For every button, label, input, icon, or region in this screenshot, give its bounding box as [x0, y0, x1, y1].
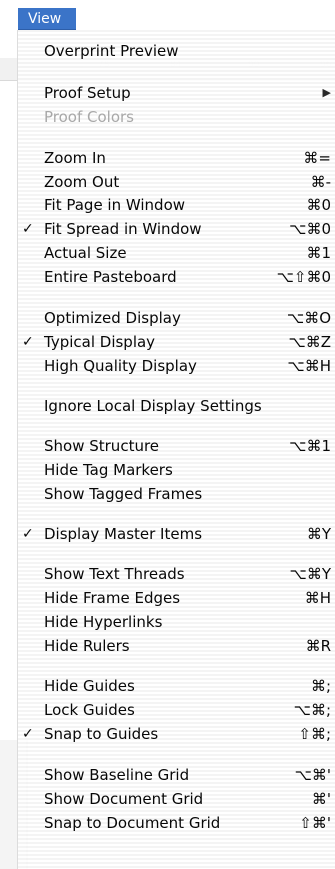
- menu-item-show-text-threads[interactable]: Show Text Threads ⌥⌘Y: [18, 563, 335, 585]
- menu-item-shortcut: ⌥⌘Y: [289, 565, 331, 583]
- menu-item-label: Snap to Guides: [44, 725, 159, 743]
- menu-title-view[interactable]: View: [18, 8, 76, 30]
- menu-item-label: Overprint Preview: [44, 42, 179, 60]
- menu-item-shortcut: ⌘1: [306, 244, 331, 262]
- menu-item-shortcut: ⌥⌘Z: [288, 333, 331, 351]
- menu-item-hide-guides[interactable]: Hide Guides ⌘;: [18, 675, 335, 697]
- menu-item-label: Display Master Items: [44, 525, 203, 543]
- menu-item-fit-spread-in-window[interactable]: ✓ Fit Spread in Window ⌥⌘0: [18, 218, 335, 240]
- menu-item-fit-page-in-window[interactable]: Fit Page in Window ⌘0: [18, 194, 335, 216]
- menu-item-shortcut: ⇧⌘;: [298, 725, 331, 743]
- menu-item-snap-to-guides[interactable]: ✓ Snap to Guides ⇧⌘;: [18, 723, 335, 745]
- menu-item-label: Hide Guides: [44, 677, 135, 695]
- menu-item-show-baseline-grid[interactable]: Show Baseline Grid ⌥⌘': [18, 764, 335, 786]
- menu-item-label: Proof Colors: [44, 108, 134, 126]
- menu-item-typical-display[interactable]: ✓ Typical Display ⌥⌘Z: [18, 331, 335, 353]
- menu-item-shortcut: ⇧⌘': [299, 814, 331, 832]
- menu-item-entire-pasteboard[interactable]: Entire Pasteboard ⌥⇧⌘0: [18, 266, 335, 288]
- menu-item-label: Show Tagged Frames: [44, 485, 203, 503]
- menu-item-shortcut: ⌘0: [306, 196, 331, 214]
- menu-item-label: Proof Setup: [44, 84, 131, 102]
- menu-item-shortcut: ⌘=: [303, 149, 331, 167]
- triangle-right-icon: ▶: [322, 86, 331, 99]
- menu-item-label: Lock Guides: [44, 701, 135, 719]
- checkmark-icon: ✓: [22, 526, 34, 542]
- menu-item-shortcut: ⌘R: [305, 637, 331, 655]
- menu-item-overprint-preview[interactable]: Overprint Preview: [18, 40, 335, 62]
- menu-item-optimized-display[interactable]: Optimized Display ⌥⌘O: [18, 307, 335, 329]
- menu-item-proof-colors: Proof Colors: [18, 106, 335, 128]
- menu-item-shortcut: ⌥⌘O: [286, 309, 331, 327]
- checkmark-icon: ✓: [22, 334, 34, 350]
- menu-item-label: High Quality Display: [44, 357, 197, 375]
- menu-item-label: Fit Spread in Window: [44, 220, 202, 238]
- menu-item-label: Fit Page in Window: [44, 196, 186, 214]
- menu-item-label: Actual Size: [44, 244, 127, 262]
- menu-item-label: Hide Tag Markers: [44, 461, 173, 479]
- menu-item-label: Optimized Display: [44, 309, 181, 327]
- menu-item-label: Typical Display: [44, 333, 156, 351]
- menu-item-label: Show Structure: [44, 437, 160, 455]
- menu-item-shortcut: ⌥⌘1: [289, 437, 331, 455]
- menu-item-zoom-in[interactable]: Zoom In ⌘=: [18, 147, 335, 169]
- menu-item-hide-hyperlinks[interactable]: Hide Hyperlinks: [18, 611, 335, 633]
- menu-item-shortcut: ⌥⌘H: [287, 357, 331, 375]
- menu-item-label: Show Text Threads: [44, 565, 185, 583]
- menu-item-label: Zoom In: [44, 149, 106, 167]
- menu-item-label: Hide Hyperlinks: [44, 613, 163, 631]
- menu-item-hide-rulers[interactable]: Hide Rulers ⌘R: [18, 635, 335, 657]
- menu-item-label: Show Document Grid: [44, 790, 204, 808]
- menu-item-label: Show Baseline Grid: [44, 766, 190, 784]
- menu-item-label: Hide Frame Edges: [44, 589, 181, 607]
- view-menu-panel: Overprint Preview Proof Setup ▶ Proof Co…: [18, 30, 335, 869]
- menu-item-hide-tag-markers[interactable]: Hide Tag Markers: [18, 459, 335, 481]
- menu-item-shortcut: ⌥⌘': [294, 766, 331, 784]
- menu-item-actual-size[interactable]: Actual Size ⌘1: [18, 242, 335, 264]
- menu-item-show-structure[interactable]: Show Structure ⌥⌘1: [18, 435, 335, 457]
- menu-item-shortcut: ⌘Y: [306, 525, 331, 543]
- menu-item-display-master-items[interactable]: ✓ Display Master Items ⌘Y: [18, 523, 335, 545]
- menu-item-hide-frame-edges[interactable]: Hide Frame Edges ⌘H: [18, 587, 335, 609]
- menu-item-show-document-grid[interactable]: Show Document Grid ⌘': [18, 788, 335, 810]
- menu-item-high-quality-display[interactable]: High Quality Display ⌥⌘H: [18, 355, 335, 377]
- menu-item-label: Zoom Out: [44, 173, 120, 191]
- menu-item-label: Snap to Document Grid: [44, 814, 221, 832]
- menu-item-label: Entire Pasteboard: [44, 268, 177, 286]
- checkmark-icon: ✓: [22, 221, 34, 237]
- menu-item-label: Ignore Local Display Settings: [44, 397, 262, 415]
- menu-item-shortcut: ⌘H: [304, 589, 331, 607]
- menu-item-shortcut: ⌘': [311, 790, 331, 808]
- menu-item-shortcut: ⌥⇧⌘0: [276, 268, 331, 286]
- menu-item-label: Hide Rulers: [44, 637, 130, 655]
- checkmark-icon: ✓: [22, 726, 34, 742]
- menu-item-ignore-local-display-settings[interactable]: Ignore Local Display Settings: [18, 395, 335, 417]
- menu-item-shortcut: ⌥⌘;: [293, 701, 331, 719]
- menu-item-lock-guides[interactable]: Lock Guides ⌥⌘;: [18, 699, 335, 721]
- menu-item-shortcut: ⌘-: [310, 173, 331, 191]
- menu-item-snap-to-document-grid[interactable]: Snap to Document Grid ⇧⌘': [18, 812, 335, 834]
- menu-item-proof-setup[interactable]: Proof Setup ▶: [18, 82, 335, 104]
- menu-item-shortcut: ⌥⌘0: [289, 220, 331, 238]
- menu-item-zoom-out[interactable]: Zoom Out ⌘-: [18, 171, 335, 193]
- menu-item-show-tagged-frames[interactable]: Show Tagged Frames: [18, 483, 335, 505]
- menu-item-shortcut: ⌘;: [310, 677, 331, 695]
